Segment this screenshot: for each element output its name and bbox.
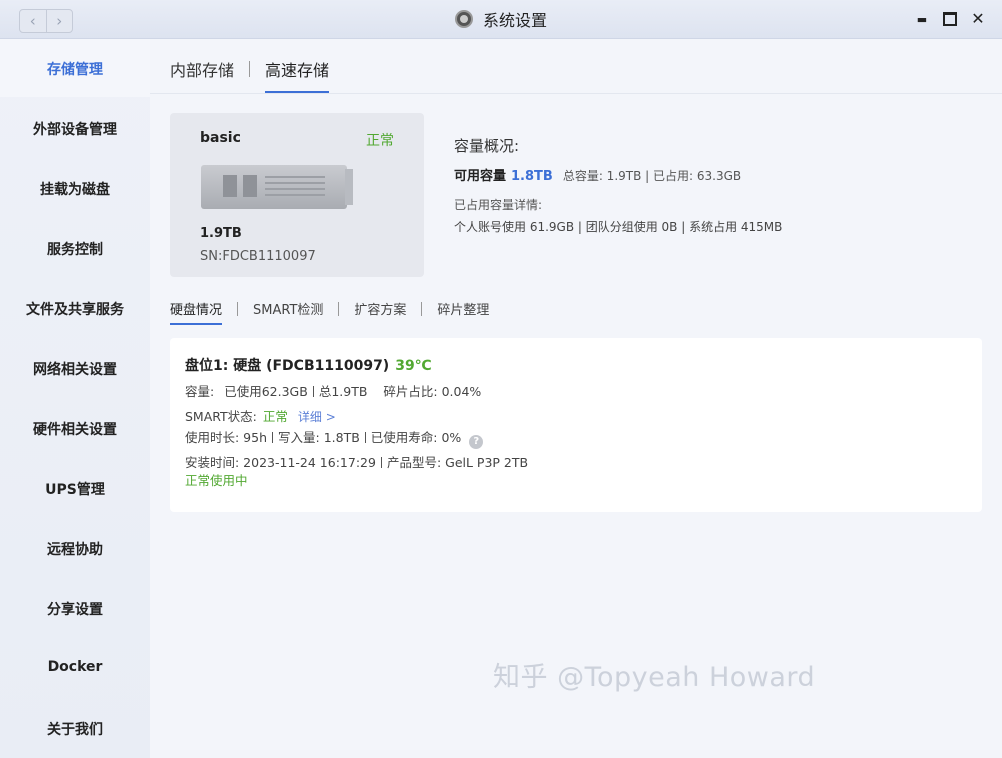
smart-detail-link[interactable]: 详细 > (298, 410, 336, 424)
fragment-ratio: 碎片占比: 0.04% (383, 384, 482, 399)
slot-title: 盘位1: 硬盘 (FDCB1110097) (185, 358, 390, 374)
sidebar-item-file-sharing[interactable]: 文件及共享服务 (0, 299, 150, 319)
disk-card[interactable]: basic 正常 1.9TB SN:FDCB1110097 (170, 113, 424, 277)
disk-name: basic (200, 130, 241, 146)
sidebar-item-remote-assist[interactable]: 远程协助 (0, 539, 150, 559)
life-used: 已使用寿命: 0% (370, 430, 462, 445)
capacity-title: 容量概况: (454, 137, 520, 155)
tab-defragment[interactable]: 碎片整理 (437, 299, 489, 325)
maximize-icon[interactable] (940, 9, 960, 30)
capacity-summary: 总容量: 1.9TB | 已占用: 63.3GB (562, 169, 742, 183)
title-bar: ‹ › 系统设置 ▬ ✕ (0, 0, 1002, 39)
subtab-divider (237, 301, 239, 316)
capacity-label: 容量: (185, 384, 215, 399)
in-use-status: 正常使用中 (185, 473, 248, 488)
tab-divider (249, 61, 251, 77)
tab-internal-storage[interactable]: 内部存储 (170, 57, 234, 93)
available-value: 1.8TB (511, 169, 553, 184)
app-logo-icon (454, 10, 473, 28)
used-value: 已使用62.3GB (224, 384, 308, 399)
sidebar-item-network[interactable]: 网络相关设置 (0, 359, 150, 379)
sidebar-item-ups[interactable]: UPS管理 (0, 479, 150, 499)
title-center: 系统设置 (0, 0, 1002, 38)
divider (272, 432, 274, 443)
tab-expansion[interactable]: 扩容方案 (354, 299, 406, 325)
tab-high-speed-storage[interactable]: 高速存储 (265, 57, 330, 93)
disk-size: 1.9TB (200, 226, 242, 241)
sidebar: 存储管理 外部设备管理 挂载为磁盘 服务控制 文件及共享服务 网络相关设置 硬件… (0, 39, 150, 758)
tab-smart-check[interactable]: SMART检测 (253, 299, 323, 325)
disk-subtabs: 硬盘情况 SMART检测 扩容方案 碎片整理 (170, 299, 489, 325)
capacity-line: 容量: 已使用62.3GB 总1.9TB 碎片占比: 0.04% (185, 381, 481, 400)
watermark: 知乎 @Topyeah Howard (493, 662, 816, 693)
used-detail: 个人账号使用 61.9GB | 团队分组使用 0B | 系统占用 415MB (454, 220, 783, 234)
divider (380, 457, 382, 468)
subtab-divider (421, 301, 423, 316)
ssd-icon (201, 165, 353, 209)
usage-line: 使用时长: 95h 写入量: 1.8TB 已使用寿命: 0%? (185, 427, 484, 449)
main-panel: 内部存储 高速存储 basic 正常 1.9TB SN:FDCB1110097 (150, 39, 1002, 758)
temperature: 39℃ (395, 358, 432, 374)
sidebar-item-storage[interactable]: 存储管理 (0, 59, 150, 79)
window-title: 系统设置 (482, 11, 547, 30)
sidebar-item-hardware[interactable]: 硬件相关设置 (0, 419, 150, 439)
sidebar-item-share-settings[interactable]: 分享设置 (0, 599, 150, 619)
divider (364, 432, 366, 443)
minimize-icon[interactable]: ▬ (912, 13, 932, 26)
tab-disk-status[interactable]: 硬盘情况 (170, 299, 223, 325)
sidebar-item-service-control[interactable]: 服务控制 (0, 239, 150, 259)
smart-label: SMART状态: (185, 409, 257, 424)
smart-status: 正常 (262, 409, 288, 424)
tabs-divider (150, 93, 1002, 94)
product-model: 产品型号: GelL P3P 2TB (386, 455, 529, 470)
used-detail-title: 已占用容量详情: (454, 198, 543, 212)
sidebar-item-external-devices[interactable]: 外部设备管理 (0, 119, 150, 139)
divider (312, 386, 314, 397)
close-icon[interactable]: ✕ (968, 9, 988, 28)
help-icon[interactable]: ? (469, 435, 484, 449)
sidebar-item-docker[interactable]: Docker (0, 659, 150, 675)
total-value: 总1.9TB (318, 384, 368, 399)
subtab-divider (338, 301, 340, 316)
sidebar-item-mount-disk[interactable]: 挂载为磁盘 (0, 179, 150, 199)
drive-slot-title: 盘位1: 硬盘 (FDCB1110097) 39℃ (185, 355, 432, 375)
uptime: 使用时长: 95h (185, 430, 268, 445)
smart-line: SMART状态: 正常 详细 > (185, 406, 336, 425)
capacity-summary-line: 可用容量 1.8TB 总容量: 1.9TB | 已占用: 63.3GB (454, 165, 741, 184)
install-line: 安装时间: 2023-11-24 16:17:29 产品型号: GelL P3P … (185, 452, 528, 471)
drive-info-card: 盘位1: 硬盘 (FDCB1110097) 39℃ 容量: 已使用62.3GB 总1… (170, 338, 982, 512)
disk-status: 正常 (366, 133, 394, 149)
written: 写入量: 1.8TB (278, 430, 360, 445)
storage-tabs: 内部存储 高速存储 (170, 57, 330, 93)
disk-serial: SN:FDCB1110097 (200, 249, 316, 264)
available-label: 可用容量 (454, 169, 507, 184)
sidebar-item-about[interactable]: 关于我们 (0, 719, 150, 739)
install-time: 安装时间: 2023-11-24 16:17:29 (185, 455, 376, 470)
